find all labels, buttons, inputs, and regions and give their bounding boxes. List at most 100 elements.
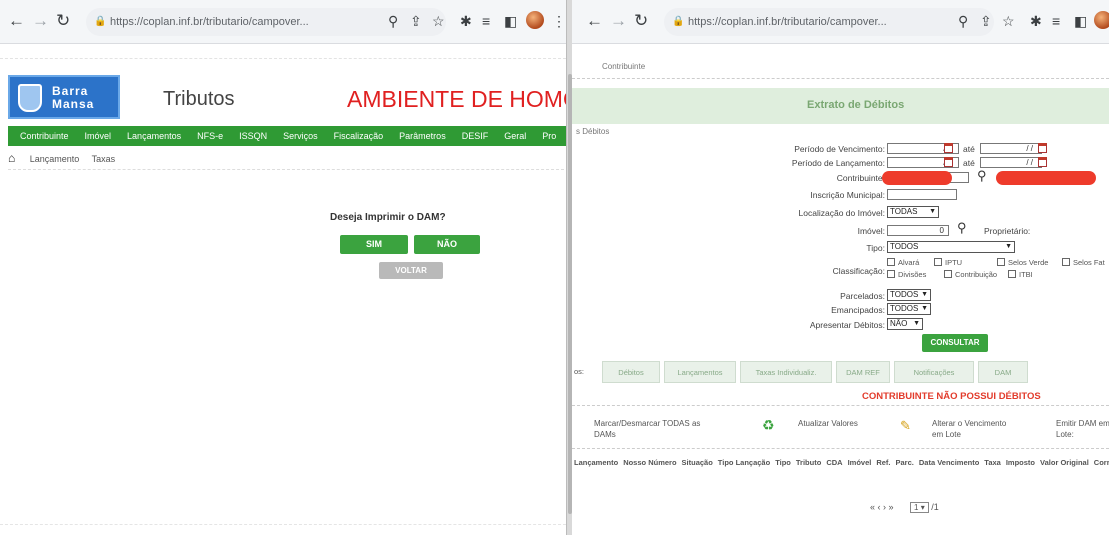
bookmark-star-icon[interactable]: ☆: [432, 12, 445, 30]
search-icon[interactable]: ⚲: [957, 220, 967, 236]
column-header[interactable]: Parc.: [896, 458, 914, 472]
calendar-icon[interactable]: [944, 143, 953, 153]
vencimento-end-field[interactable]: / /: [980, 143, 1042, 154]
menu-item-geral[interactable]: Geral: [496, 126, 534, 146]
calendar-icon[interactable]: [1038, 157, 1047, 167]
page-select[interactable]: 1 ▾: [910, 502, 929, 513]
mark-all-dams-link[interactable]: Marcar/Desmarcar TODAS as DAMs: [594, 418, 704, 440]
no-button[interactable]: NÃO: [414, 235, 480, 254]
checkbox-selos-verde[interactable]: [997, 258, 1005, 266]
column-header[interactable]: Data Vencimento: [919, 458, 979, 472]
inscricao-label: Inscrição Municipal:: [810, 190, 885, 200]
menu-item-pro[interactable]: Pro: [534, 126, 564, 146]
column-header[interactable]: Imóvel: [848, 458, 872, 472]
menu-item-servicos[interactable]: Serviços: [275, 126, 326, 146]
profile-avatar[interactable]: [526, 11, 544, 29]
column-header[interactable]: Correção: [1094, 458, 1109, 472]
localizacao-select[interactable]: TODAS ▼: [887, 206, 939, 218]
column-header[interactable]: Ref.: [876, 458, 890, 472]
yes-button[interactable]: SIM: [340, 235, 408, 254]
lock-icon: 🔒: [94, 16, 107, 27]
column-header[interactable]: Tipo: [775, 458, 791, 472]
menu-kebab-icon[interactable]: ⋮: [552, 12, 566, 30]
tab-dam[interactable]: DAM: [978, 361, 1028, 383]
column-header[interactable]: Lançamento: [574, 458, 618, 472]
extensions-puzzle-icon[interactable]: ✱: [460, 12, 472, 30]
tipo-select[interactable]: TODOS ▼: [887, 241, 1015, 253]
menu-item-lancamentos[interactable]: Lançamentos: [119, 126, 189, 146]
tab-taxas-individualizadas[interactable]: Taxas Individualiz.: [740, 361, 832, 383]
url-text: https://coplan.inf.br/tributario/campove…: [110, 16, 309, 28]
reading-list-icon[interactable]: ≡: [482, 12, 490, 30]
column-header[interactable]: Taxa: [984, 458, 1001, 472]
breadcrumb-item-lancamento[interactable]: Lançamento: [30, 154, 80, 164]
change-due-date-link[interactable]: Alterar o Vencimento em Lote: [932, 418, 1016, 440]
tab-notificacoes[interactable]: Notificações: [894, 361, 974, 383]
column-header[interactable]: Situação: [682, 458, 713, 472]
side-panel-icon[interactable]: ◧: [1074, 12, 1087, 30]
profile-avatar[interactable]: [1094, 11, 1109, 29]
menu-item-fiscalizacao[interactable]: Fiscalização: [326, 126, 392, 146]
address-bar[interactable]: 🔒 https://coplan.inf.br/tributario/campo…: [664, 8, 994, 36]
lancamento-end-field[interactable]: / /: [980, 157, 1042, 168]
tab-lancamentos[interactable]: Lançamentos: [664, 361, 736, 383]
reload-icon[interactable]: ↻: [634, 11, 648, 31]
menu-item-contribuinte[interactable]: Contribuinte: [12, 126, 77, 146]
back-button[interactable]: VOLTAR: [379, 262, 443, 279]
calendar-icon[interactable]: [944, 157, 953, 167]
column-header[interactable]: Nosso Número: [623, 458, 676, 472]
refresh-values-link[interactable]: Atualizar Valores: [798, 418, 858, 429]
checkbox-selos-fat[interactable]: [1062, 258, 1070, 266]
bookmark-star-icon[interactable]: ☆: [1002, 12, 1015, 30]
zoom-icon[interactable]: ⚲: [958, 12, 968, 30]
column-header[interactable]: CDA: [826, 458, 842, 472]
chevron-down-icon: ▾: [920, 503, 925, 512]
refresh-icon[interactable]: ♻: [762, 417, 775, 434]
calendar-icon[interactable]: [1038, 143, 1047, 153]
chevron-down-icon: ▼: [929, 208, 936, 215]
reading-list-icon[interactable]: ≡: [1052, 12, 1060, 30]
share-icon[interactable]: ⇪: [980, 12, 992, 30]
column-header[interactable]: Tipo Lançação: [718, 458, 770, 472]
search-icon[interactable]: ⚲: [977, 168, 987, 184]
column-header[interactable]: Valor Original: [1040, 458, 1089, 472]
checkbox-itbi[interactable]: [1008, 270, 1016, 278]
browser-toolbar-right: ← → ↻ 🔒 https://coplan.inf.br/tributario…: [572, 0, 1109, 44]
column-header[interactable]: Tributo: [796, 458, 821, 472]
pagination-arrows[interactable]: « ‹ › »: [870, 502, 894, 512]
logo-line-2: Mansa: [52, 97, 95, 111]
menu-item-imovel[interactable]: Imóvel: [77, 126, 120, 146]
consultar-button[interactable]: CONSULTAR: [922, 334, 988, 352]
checkbox-iptu[interactable]: [934, 258, 942, 266]
tab-dam-ref[interactable]: DAM REF: [836, 361, 890, 383]
extensions-puzzle-icon[interactable]: ✱: [1030, 12, 1042, 30]
menu-item-nfse[interactable]: NFS-e: [189, 126, 231, 146]
menu-item-issqn[interactable]: ISSQN: [231, 126, 275, 146]
back-arrow-icon[interactable]: ←: [586, 11, 603, 31]
main-menu: Contribuinte Imóvel Lançamentos NFS-e IS…: [8, 126, 568, 146]
barra-mansa-logo[interactable]: Barra Mansa: [8, 75, 120, 119]
checkbox-contribuicao[interactable]: [944, 270, 952, 278]
forward-arrow-icon[interactable]: →: [610, 11, 627, 31]
menu-item-desif[interactable]: DESIF: [454, 126, 497, 146]
right-browser-window: ← → ↻ 🔒 https://coplan.inf.br/tributario…: [572, 0, 1109, 535]
emit-dam-batch-link[interactable]: Emitir DAM em Lote:: [1056, 418, 1109, 440]
checkbox-alvara[interactable]: [887, 258, 895, 266]
share-icon[interactable]: ⇪: [410, 12, 422, 30]
checkbox-divisoes[interactable]: [887, 270, 895, 278]
tab-debitos[interactable]: Débitos: [602, 361, 660, 383]
apresentar-select[interactable]: NÃO ▼: [887, 318, 923, 330]
inscricao-field[interactable]: [887, 189, 957, 200]
parcelados-select[interactable]: TODOS ▼: [887, 289, 931, 301]
zoom-icon[interactable]: ⚲: [388, 12, 398, 30]
menu-item-parametros[interactable]: Parâmetros: [391, 126, 454, 146]
reload-icon[interactable]: ↻: [56, 11, 70, 31]
side-panel-icon[interactable]: ◧: [504, 12, 517, 30]
back-arrow-icon[interactable]: ←: [8, 11, 25, 31]
pencil-icon[interactable]: ✎: [900, 418, 911, 434]
home-icon[interactable]: ⌂: [8, 151, 15, 165]
imovel-field[interactable]: 0: [887, 225, 949, 236]
column-header[interactable]: Imposto: [1006, 458, 1035, 472]
emancipados-select[interactable]: TODOS ▼: [887, 303, 931, 315]
forward-arrow-icon[interactable]: →: [32, 11, 49, 31]
